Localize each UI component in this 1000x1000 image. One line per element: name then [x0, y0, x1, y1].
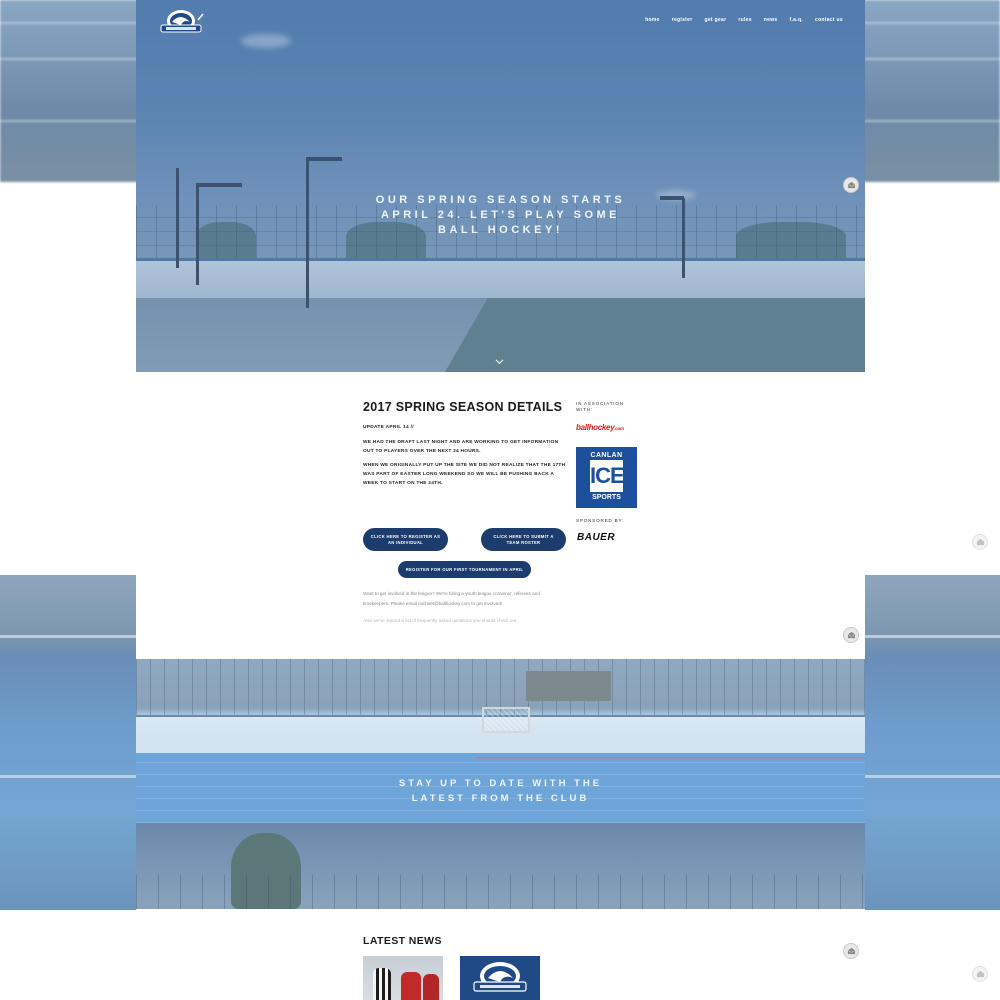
bauer-logo[interactable]: BAUER	[577, 532, 615, 543]
submit-team-roster-button[interactable]: CLICK HERE TO SUBMIT A TEAM ROSTER	[481, 528, 566, 551]
hero-title-line: OUR SPRING SEASON STARTS	[375, 194, 626, 206]
faq-link[interactable]: Also we've started a list of frequently …	[363, 616, 563, 626]
scarborough-logo[interactable]	[158, 8, 204, 38]
chevron-down-icon[interactable]	[495, 357, 504, 366]
register-tournament-button[interactable]: REGISTER FOR OUR FIRST TOURNAMENT IN APR…	[398, 561, 531, 578]
nav-rules[interactable]: rules	[738, 17, 751, 23]
club-title-line: STAY UP TO DATE WITH THE	[398, 778, 603, 789]
club-title-line: LATEST FROM THE CLUB	[411, 793, 590, 804]
ballhockey-logo[interactable]: ballhockey.com	[576, 423, 624, 432]
canlan-logo-top: CANLAN	[590, 452, 623, 459]
nav-faq[interactable]: f.a.q.	[790, 17, 803, 23]
nav-news[interactable]: news	[764, 17, 778, 23]
main-column: home register get gear rules news f.a.q.…	[136, 0, 865, 1000]
nav-get-gear[interactable]: get gear	[704, 17, 726, 23]
details-paragraph: WE HAD THE DRAFT LAST NIGHT AND ARE WORK…	[363, 440, 559, 454]
association-label: IN ASSOCIATION WITH:	[576, 401, 624, 412]
newsletter-icon	[972, 966, 988, 982]
nav-home[interactable]: home	[645, 17, 660, 23]
canlan-logo-ice: ICE	[590, 460, 625, 492]
main-navigation: home register get gear rules news f.a.q.…	[645, 17, 843, 23]
update-label: UPDATE APRIL 14 //	[363, 425, 414, 430]
hero-title-line: APRIL 24. LET'S PLAY SOME	[380, 209, 621, 221]
details-paragraph: WHEN WE ORIGINALLY PUT UP THE SITE WE DI…	[363, 463, 566, 486]
hero-section: home register get gear rules news f.a.q.…	[136, 0, 865, 372]
sponsored-label: SPONSORED BY:	[576, 518, 625, 523]
get-involved-text: Want to get involved in the league? We'r…	[363, 591, 540, 606]
nav-register[interactable]: register	[672, 17, 693, 23]
newsletter-icon[interactable]	[843, 177, 859, 193]
hero-title: OUR SPRING SEASON STARTS APRIL 24. LET'S…	[136, 193, 865, 238]
ballhockey-logo-text: ballhockey	[576, 423, 615, 432]
season-details: 2017 SPRING SEASON DETAILS UPDATE APRIL …	[363, 400, 568, 488]
club-banner-title: STAY UP TO DATE WITH THE LATEST FROM THE…	[136, 776, 865, 806]
latest-news-heading: LATEST NEWS	[363, 935, 442, 947]
canlan-logo-sports: SPORTS	[592, 494, 621, 501]
scenery-banner	[136, 823, 865, 909]
news-thumbnail-photo[interactable]	[363, 956, 443, 1000]
season-heading: 2017 SPRING SEASON DETAILS	[363, 400, 563, 414]
canlan-ice-sports-logo[interactable]: CANLAN ICE SPORTS	[576, 447, 637, 508]
nav-contact-us[interactable]: contact us	[815, 17, 843, 23]
news-thumbnail-logo[interactable]	[460, 956, 540, 1000]
newsletter-icon	[972, 534, 988, 550]
ballhockey-logo-suffix: .com	[614, 426, 624, 431]
newsletter-icon[interactable]	[843, 943, 859, 959]
newsletter-icon[interactable]	[843, 627, 859, 643]
hero-title-line: BALL HOCKEY!	[438, 224, 563, 236]
register-individual-button[interactable]: CLICK HERE TO REGISTER AS AN INDIVIDUAL	[363, 528, 448, 551]
